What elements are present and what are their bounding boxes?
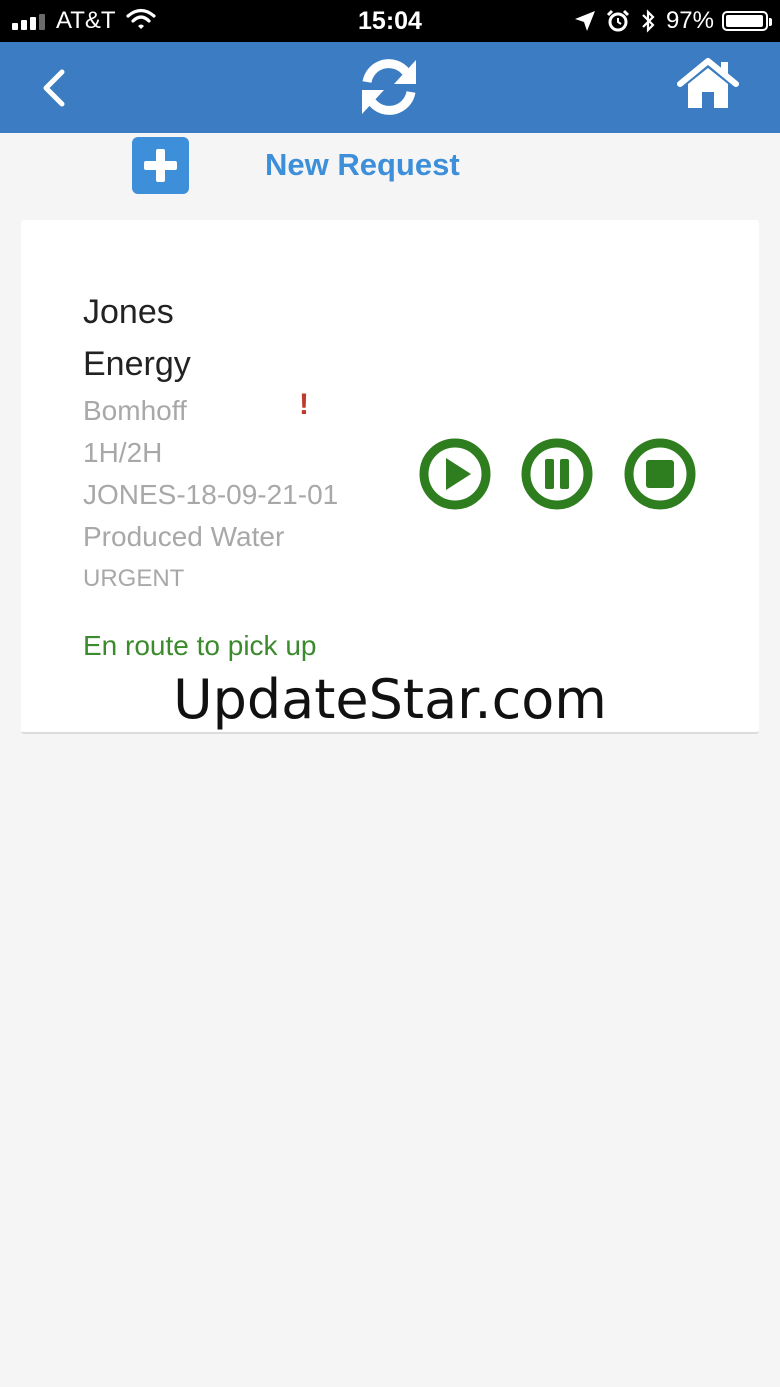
stop-button[interactable]: [624, 438, 696, 510]
watermark: UpdateStar.com: [173, 668, 607, 731]
nav-bar: [0, 42, 780, 133]
home-icon: [677, 58, 739, 108]
job-card[interactable]: Jones Energy ! Bomhoff 1H/2H JONES-18-09…: [21, 220, 759, 734]
play-button[interactable]: [419, 438, 491, 510]
status-bar: AT&T 15:04 97%: [0, 0, 780, 42]
home-button[interactable]: [676, 56, 740, 112]
bluetooth-icon: [640, 8, 656, 34]
pause-icon: [521, 438, 593, 510]
new-request-row: New Request: [0, 133, 780, 219]
product-type: Produced Water: [83, 521, 285, 552]
well-name: 1H/2H: [83, 437, 163, 468]
status-right: 97%: [574, 6, 772, 36]
refresh-icon: [362, 59, 416, 115]
battery-fill: [726, 15, 763, 27]
battery-percent: 97%: [665, 7, 714, 34]
stop-icon: [624, 438, 696, 510]
add-request-button[interactable]: [132, 137, 189, 194]
new-request-link[interactable]: New Request: [265, 147, 460, 183]
chevron-left-icon: [43, 69, 65, 107]
job-status: En route to pick up: [83, 630, 317, 661]
priority-label: URGENT: [83, 565, 185, 592]
location-arrow-icon: [574, 10, 596, 32]
battery-icon: [722, 11, 772, 31]
refresh-button[interactable]: [356, 56, 422, 118]
ticket-number: JONES-18-09-21-01: [83, 479, 339, 510]
play-icon: [419, 438, 491, 510]
company-name: Jones Energy: [83, 293, 191, 383]
back-button[interactable]: [34, 66, 74, 110]
alarm-clock-icon: [606, 9, 630, 33]
pause-button[interactable]: [521, 438, 593, 510]
lease-name: Bomhoff: [83, 395, 187, 426]
job-details: Bomhoff 1H/2H JONES-18-09-21-01 Produced…: [83, 390, 338, 598]
